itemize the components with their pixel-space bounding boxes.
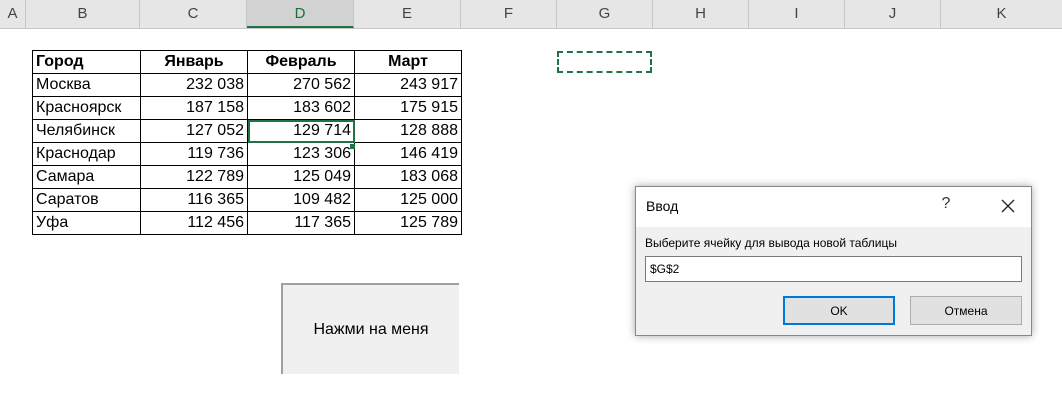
column-header-g[interactable]: G xyxy=(557,0,653,28)
value-cell[interactable]: 112 456 xyxy=(140,211,248,235)
value-cell[interactable]: 243 917 xyxy=(354,73,462,97)
value-cell[interactable]: 123 306 xyxy=(247,142,355,166)
value-cell[interactable]: 125 000 xyxy=(354,188,462,212)
city-cell[interactable]: Саратов xyxy=(32,188,141,212)
table-header-row: Город Январь Февраль Март xyxy=(32,50,462,74)
table-row: Челябинск 127 052 129 714 128 888 xyxy=(32,119,462,143)
column-header-e[interactable]: E xyxy=(354,0,461,28)
header-cell-march[interactable]: Март xyxy=(354,50,462,74)
value-cell[interactable]: 128 888 xyxy=(354,119,462,143)
table-row: Уфа 112 456 117 365 125 789 xyxy=(32,211,462,235)
value-cell[interactable]: 187 158 xyxy=(140,96,248,120)
copy-marquee-g2 xyxy=(557,51,652,73)
dialog-titlebar[interactable]: Ввод ? xyxy=(636,187,1031,227)
column-header-a[interactable]: A xyxy=(0,0,26,28)
dialog-prompt: Выберите ячейку для вывода новой таблицы xyxy=(645,236,897,250)
macro-button[interactable]: Нажми на меня xyxy=(281,283,459,374)
city-cell[interactable]: Краснодар xyxy=(32,142,141,166)
city-cell[interactable]: Самара xyxy=(32,165,141,189)
cell-reference-input[interactable] xyxy=(645,256,1022,282)
table-row: Краснодар 119 736 123 306 146 419 xyxy=(32,142,462,166)
column-header-i[interactable]: I xyxy=(749,0,845,28)
value-cell[interactable]: 183 068 xyxy=(354,165,462,189)
value-cell[interactable]: 125 049 xyxy=(247,165,355,189)
value-cell[interactable]: 117 365 xyxy=(247,211,355,235)
city-cell[interactable]: Челябинск xyxy=(32,119,141,143)
table-row: Москва 232 038 270 562 243 917 xyxy=(32,73,462,97)
value-cell[interactable]: 125 789 xyxy=(354,211,462,235)
column-header-bar: A B C D E F G H I J K xyxy=(0,0,1062,29)
active-cell[interactable]: 129 714 xyxy=(247,119,355,143)
cancel-button[interactable]: Отмена xyxy=(910,296,1022,325)
column-header-j[interactable]: J xyxy=(845,0,941,28)
value-cell[interactable]: 109 482 xyxy=(247,188,355,212)
header-cell-january[interactable]: Январь xyxy=(140,50,248,74)
value-cell[interactable]: 232 038 xyxy=(140,73,248,97)
header-cell-february[interactable]: Февраль xyxy=(247,50,355,74)
table-row: Самара 122 789 125 049 183 068 xyxy=(32,165,462,189)
value-cell[interactable]: 116 365 xyxy=(140,188,248,212)
value-cell[interactable]: 146 419 xyxy=(354,142,462,166)
input-dialog: Ввод ? Выберите ячейку для вывода новой … xyxy=(635,186,1032,336)
column-header-d[interactable]: D xyxy=(247,0,354,28)
close-icon[interactable] xyxy=(996,195,1020,217)
value-cell[interactable]: 175 915 xyxy=(354,96,462,120)
city-cell[interactable]: Уфа xyxy=(32,211,141,235)
city-cell[interactable]: Москва xyxy=(32,73,141,97)
fill-handle[interactable] xyxy=(350,144,355,149)
column-header-k[interactable]: K xyxy=(941,0,1062,28)
value-cell[interactable]: 270 562 xyxy=(247,73,355,97)
column-header-b[interactable]: B xyxy=(26,0,140,28)
value-cell[interactable]: 127 052 xyxy=(140,119,248,143)
table-row: Красноярск 187 158 183 602 175 915 xyxy=(32,96,462,120)
header-cell-city[interactable]: Город xyxy=(32,50,141,74)
table-row: Саратов 116 365 109 482 125 000 xyxy=(32,188,462,212)
help-icon[interactable]: ? xyxy=(936,195,956,217)
city-table: Город Январь Февраль Март Москва 232 038… xyxy=(32,50,462,235)
column-header-h[interactable]: H xyxy=(653,0,749,28)
column-header-c[interactable]: C xyxy=(140,0,247,28)
city-cell[interactable]: Красноярск xyxy=(32,96,141,120)
value-cell[interactable]: 183 602 xyxy=(247,96,355,120)
column-header-f[interactable]: F xyxy=(461,0,557,28)
value-cell[interactable]: 119 736 xyxy=(140,142,248,166)
value-cell[interactable]: 122 789 xyxy=(140,165,248,189)
dialog-title: Ввод xyxy=(646,198,679,214)
ok-button[interactable]: OK xyxy=(783,296,895,325)
